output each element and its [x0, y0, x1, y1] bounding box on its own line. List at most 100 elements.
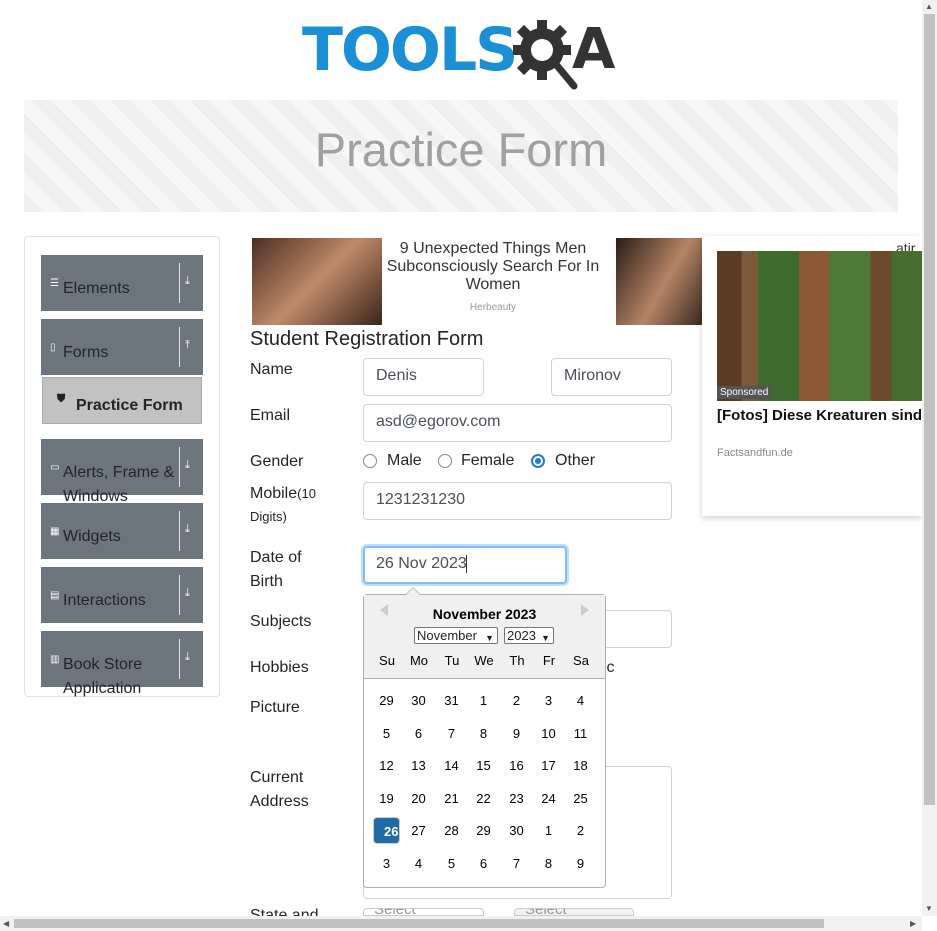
- sidebar-group-widgets[interactable]: ▦ Widgets ⤓: [41, 503, 203, 559]
- calendar-day[interactable]: 26: [373, 817, 400, 844]
- calendar-day[interactable]: 30: [405, 687, 432, 714]
- mobile-input[interactable]: 1231231230: [363, 482, 672, 520]
- calendar-day[interactable]: 13: [405, 752, 432, 779]
- vertical-scrollbar[interactable]: ▲ ▼: [922, 0, 937, 916]
- sidebar-item-practice-form[interactable]: ⛊ Practice Form: [42, 377, 202, 424]
- mobile-hint-digits: Digits): [250, 509, 287, 524]
- calendar-day[interactable]: 25: [567, 785, 594, 812]
- calendar-day[interactable]: 10: [535, 720, 562, 747]
- ad-forest-image[interactable]: [717, 251, 922, 401]
- ad-source: Factsandfun.de: [717, 447, 793, 459]
- scroll-left-icon[interactable]: ◀: [3, 919, 9, 928]
- calendar-day[interactable]: 8: [535, 850, 562, 877]
- last-name-input[interactable]: Mironov: [551, 358, 672, 396]
- calendar-day[interactable]: 12: [373, 752, 400, 779]
- mobile-label: Mobile(10: [250, 482, 316, 506]
- picture-label: Picture: [250, 699, 300, 716]
- mobile-label-text: Mobile: [250, 485, 298, 502]
- gender-other-label[interactable]: Other: [555, 452, 595, 470]
- sidebar-group-label: Alerts, Frame & Windows: [63, 464, 175, 505]
- calendar-day[interactable]: 22: [470, 785, 497, 812]
- gender-female-radio[interactable]: [438, 454, 452, 468]
- horizontal-scroll-thumb[interactable]: [14, 919, 824, 928]
- download-arrow-icon: ⤓: [185, 275, 190, 287]
- window-icon: ▭: [50, 462, 60, 473]
- calendar-day[interactable]: 21: [438, 785, 465, 812]
- calendar-day[interactable]: 7: [438, 720, 465, 747]
- calendar-day[interactable]: 9: [567, 850, 594, 877]
- calendar-day[interactable]: 30: [503, 817, 530, 844]
- toolsqa-logo[interactable]: TOOLS A: [302, 14, 626, 92]
- sidebar: ☰ Elements ⤓ ▯ Forms ⤒ ⛊ Practice Form ▭…: [24, 236, 220, 697]
- calendar-day[interactable]: 5: [438, 850, 465, 877]
- email-input[interactable]: asd@egorov.com: [363, 404, 672, 442]
- date-of-birth-input[interactable]: 26 Nov 2023: [363, 546, 567, 584]
- vertical-scroll-thumb[interactable]: [924, 14, 935, 805]
- state-select[interactable]: Select: [363, 908, 484, 916]
- datepicker-popup: November 2023 November ▼ 2023 ▼ Su Mo Tu W…: [363, 594, 606, 888]
- divider: [179, 263, 180, 303]
- scroll-right-icon[interactable]: ▶: [910, 919, 916, 928]
- calendar-day[interactable]: 18: [567, 752, 594, 779]
- ad-image[interactable]: [252, 238, 382, 325]
- datepicker-header: November 2023 November ▼ 2023 ▼ Su Mo Tu W…: [364, 595, 605, 679]
- calendar-day[interactable]: 23: [503, 785, 530, 812]
- address-label-line2: Address: [250, 793, 309, 810]
- gender-male-radio[interactable]: [363, 454, 377, 468]
- horizontal-scrollbar[interactable]: ◀ ▶: [0, 916, 922, 931]
- ad-image[interactable]: [616, 238, 702, 325]
- sidebar-group-forms[interactable]: ▯ Forms ⤒: [41, 319, 203, 375]
- sponsored-ad[interactable]: atir Sponsored [Fotos] Diese Kreaturen s…: [702, 236, 922, 516]
- calendar-day[interactable]: 6: [470, 850, 497, 877]
- calendar-day[interactable]: 4: [405, 850, 432, 877]
- calendar-day[interactable]: 6: [405, 720, 432, 747]
- calendar-day[interactable]: 16: [503, 752, 530, 779]
- calendar-day[interactable]: 8: [470, 720, 497, 747]
- calendar-day[interactable]: 29: [470, 817, 497, 844]
- calendar-day[interactable]: 2: [567, 817, 594, 844]
- scroll-up-icon[interactable]: ▲: [925, 2, 933, 11]
- calendar-day[interactable]: 3: [373, 850, 400, 877]
- calendar-day[interactable]: 28: [438, 817, 465, 844]
- square-icon: ▤: [50, 590, 60, 601]
- calendar-day[interactable]: 19: [373, 785, 400, 812]
- ad-headline[interactable]: 9 Unexpected Things Men Subconsciously S…: [383, 240, 603, 294]
- calendar-day[interactable]: 4: [567, 687, 594, 714]
- ad-title[interactable]: [Fotos] Diese Kreaturen sind größer als …: [717, 406, 922, 426]
- calendar-day[interactable]: 24: [535, 785, 562, 812]
- divider: [179, 327, 180, 367]
- calendar-day[interactable]: 29: [373, 687, 400, 714]
- calendar-day[interactable]: 15: [470, 752, 497, 779]
- first-name-input[interactable]: Denis: [363, 358, 484, 396]
- calendar-day[interactable]: 20: [405, 785, 432, 812]
- gender-male-label[interactable]: Male: [387, 452, 422, 470]
- calendar-day[interactable]: 2: [503, 687, 530, 714]
- sidebar-group-alerts[interactable]: ▭ Alerts, Frame & Windows ⤓: [41, 439, 203, 505]
- calendar-day[interactable]: 9: [503, 720, 530, 747]
- calendar-day[interactable]: 27: [405, 817, 432, 844]
- sidebar-group-interactions[interactable]: ▤ Interactions ⤓: [41, 567, 203, 623]
- calendar-day[interactable]: 3: [535, 687, 562, 714]
- day-name: Sa: [573, 653, 589, 668]
- sidebar-group-elements[interactable]: ☰ Elements ⤓: [41, 255, 203, 311]
- page-banner: Practice Form: [24, 100, 898, 212]
- city-select[interactable]: Select: [514, 908, 634, 916]
- gender-female-label[interactable]: Female: [461, 452, 514, 470]
- scroll-down-icon[interactable]: ▼: [925, 904, 933, 913]
- calendar-day[interactable]: 1: [535, 817, 562, 844]
- calendar-day[interactable]: 7: [503, 850, 530, 877]
- calendar-day[interactable]: 17: [535, 752, 562, 779]
- state-city-label: State and: [250, 907, 319, 916]
- year-select[interactable]: 2023 ▼: [504, 627, 554, 644]
- calendar-day[interactable]: 5: [373, 720, 400, 747]
- calendar-day[interactable]: 31: [438, 687, 465, 714]
- books-icon: ▥: [50, 654, 60, 665]
- month-select[interactable]: November ▼: [414, 627, 498, 644]
- calendar-day[interactable]: 11: [567, 720, 594, 747]
- next-month-icon[interactable]: [581, 604, 589, 616]
- calendar-day[interactable]: 1: [470, 687, 497, 714]
- calendar-day[interactable]: 14: [438, 752, 465, 779]
- sidebar-group-book-store[interactable]: ▥ Book Store Application ⤓: [41, 631, 203, 697]
- gender-other-radio[interactable]: [531, 454, 545, 468]
- sidebar-group-label: Widgets: [63, 528, 121, 545]
